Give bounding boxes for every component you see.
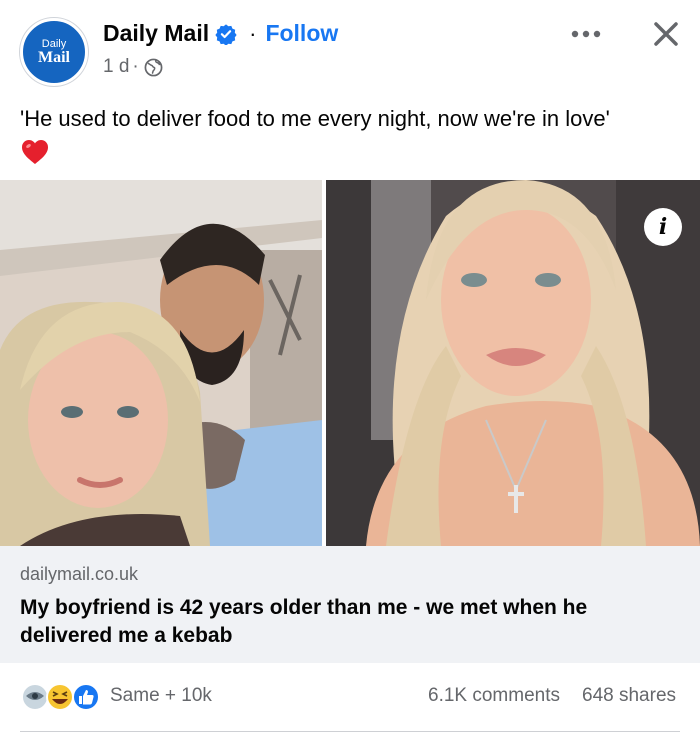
comments-count[interactable]: 6.1K comments <box>428 685 560 707</box>
page-name[interactable]: Daily Mail <box>103 20 209 47</box>
info-button[interactable]: i <box>644 208 682 246</box>
link-domain: dailymail.co.uk <box>20 564 139 584</box>
post-meta: 1 d · <box>103 56 163 78</box>
post-photo-selfie[interactable]: i <box>326 180 700 546</box>
page-avatar[interactable]: Daily Mail <box>20 18 88 86</box>
couple-photo-illustration <box>0 180 322 546</box>
name-row: Daily Mail · Follow <box>103 20 338 47</box>
verified-badge-icon <box>215 23 237 45</box>
separator-dot: · <box>249 20 257 46</box>
red-heart-icon <box>22 140 48 164</box>
shares-count[interactable]: 648 shares <box>582 685 676 707</box>
divider <box>20 731 680 732</box>
link-headline[interactable]: My boyfriend is 42 years older than me -… <box>20 594 660 650</box>
close-icon[interactable] <box>646 14 686 54</box>
selfie-photo-illustration <box>326 180 700 546</box>
meta-separator: · <box>132 56 139 77</box>
follow-button[interactable]: Follow <box>265 20 338 47</box>
post-photo-couple[interactable] <box>0 180 322 546</box>
reactions-count[interactable]: Same + 10k <box>110 685 212 707</box>
reaction-icons[interactable] <box>20 682 104 712</box>
haha-icon <box>46 683 74 711</box>
post-time[interactable]: 1 d <box>103 56 129 78</box>
engagement-stats: Same + 10k 6.1K comments 648 shares <box>0 672 700 722</box>
post-caption: 'He used to deliver food to me every nig… <box>20 106 610 131</box>
like-icon <box>72 683 100 711</box>
custom-reaction-icon <box>21 683 49 711</box>
globe-icon <box>144 58 163 76</box>
link-preview[interactable]: dailymail.co.uk My boyfriend is 42 years… <box>0 546 700 663</box>
more-horizontal-icon[interactable] <box>566 22 606 46</box>
post-header: Daily Mail Daily Mail · Follow 1 d · <box>0 0 700 96</box>
